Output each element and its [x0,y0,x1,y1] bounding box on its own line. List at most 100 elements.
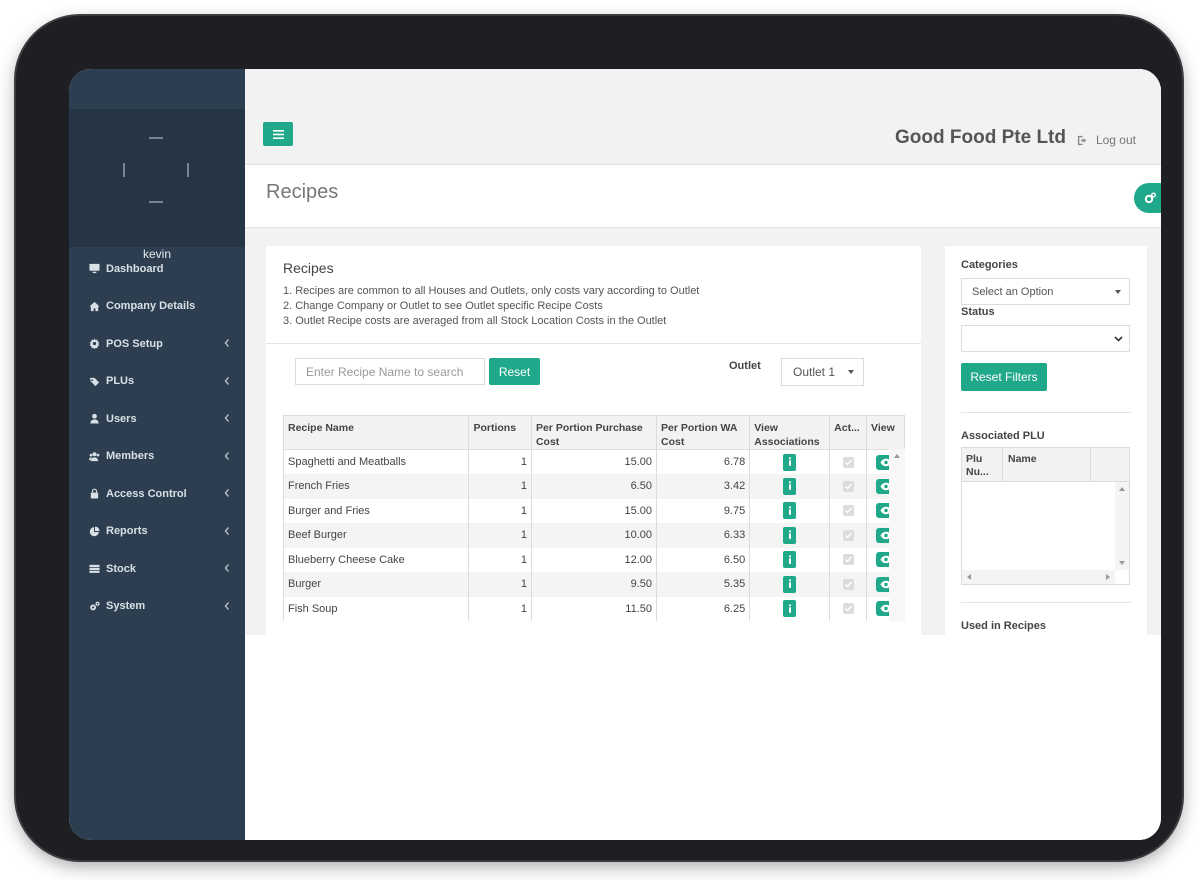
check-icon [844,605,852,612]
active-checkbox[interactable] [842,480,854,492]
users-icon [86,450,102,462]
cell-recipe-name: Beef Burger [282,523,470,548]
sidebar-item-label: Members [106,450,155,463]
top-bar: Good Food Pte Ltd Log out [245,69,1161,165]
sidebar-item-stock[interactable]: Stock [69,550,245,588]
view-associations-button[interactable] [783,600,797,618]
view-associations-button[interactable] [783,551,797,569]
chevron-left-icon [223,376,231,386]
categories-label: Categories [961,259,1018,271]
column-header-view[interactable]: View [866,415,905,450]
active-checkbox[interactable] [842,554,854,566]
table-row[interactable]: French Fries 1 6.50 3.42 [282,474,905,499]
status-select[interactable] [961,325,1130,352]
sidebar-item-reports[interactable]: Reports [69,513,245,551]
cogs-icon [86,600,102,612]
view-associations-button[interactable] [783,453,797,471]
column-header-recipe-name[interactable]: Recipe Name [282,415,470,450]
view-associations-button[interactable] [783,575,797,593]
avatar[interactable] [123,137,189,203]
active-checkbox[interactable] [842,456,854,468]
sidebar-item-users[interactable]: Users [69,400,245,438]
sidebar-item-dashboard[interactable]: Dashboard [69,250,245,288]
caret-down-icon [1115,290,1121,294]
divider [961,602,1131,603]
plu-vertical-scrollbar[interactable] [1115,482,1129,570]
note-line: 3. Outlet Recipe costs are averaged from… [283,315,667,327]
table-scrollbar[interactable] [889,449,905,621]
cell-view-associations [749,547,831,572]
scroll-up-icon[interactable] [894,454,900,458]
reset-button[interactable]: Reset [489,358,540,385]
cell-view-associations [749,596,831,621]
table-row[interactable]: Fish Soup 1 11.50 6.25 [282,596,905,621]
active-checkbox[interactable] [842,505,854,517]
recipe-search-input[interactable]: Enter Recipe Name to search [295,358,485,385]
logout-link[interactable]: Log out [1077,133,1136,147]
cell-view-associations [749,498,831,523]
scroll-up-icon[interactable] [1119,487,1125,491]
table-header-row: Recipe Name Portions Per Portion Purchas… [282,415,905,450]
column-header-view-associations[interactable]: View Associations [749,415,831,450]
cell-purchase-cost: 15.00 [530,449,657,474]
table-row[interactable]: Burger 1 9.50 5.35 [282,572,905,597]
menu-toggle-button[interactable] [263,122,293,146]
column-header-wa-cost[interactable]: Per Portion WA Cost [655,415,751,450]
cell-purchase-cost: 12.00 [530,547,657,572]
sidebar-item-system[interactable]: System [69,588,245,626]
sidebar-item-members[interactable]: Members [69,438,245,476]
cell-view-associations [749,523,831,548]
cell-view-associations [749,474,831,499]
recipes-panel: Recipes 1. Recipes are common to all Hou… [266,246,921,646]
view-associations-button[interactable] [783,502,797,520]
cell-portions: 1 [468,596,532,621]
outlet-select[interactable]: Outlet 1 [781,358,864,386]
sidebar: kevin Dashboard Company Details POS Setup P… [69,69,245,840]
cell-purchase-cost: 9.50 [530,572,657,597]
table-row[interactable]: Spaghetti and Meatballs 1 15.00 6.78 [282,449,905,474]
sidebar-item-label: Dashboard [106,262,164,275]
plu-horizontal-scrollbar[interactable] [962,570,1115,584]
categories-select-value: Select an Option [972,285,1054,298]
settings-fab-button[interactable] [1134,183,1161,213]
check-icon [844,581,852,588]
column-header-plu-number[interactable]: Plu Nu... [962,448,1003,482]
info-icon [788,457,791,466]
sidebar-item-label: Company Details [106,300,196,313]
cell-wa-cost: 6.25 [655,596,751,621]
active-checkbox[interactable] [842,603,854,615]
sidebar-item-plus[interactable]: PLUs [69,363,245,401]
table-row[interactable]: Blueberry Cheese Cake 1 12.00 6.50 [282,547,905,572]
sidebar-item-company-details[interactable]: Company Details [69,288,245,326]
chevron-left-icon [223,563,231,573]
table-row[interactable]: Burger and Fries 1 15.00 9.75 [282,498,905,523]
sidebar-nav: Dashboard Company Details POS Setup PLUs Use… [69,250,245,625]
scroll-right-icon[interactable] [1106,574,1110,580]
scroll-left-icon[interactable] [967,574,971,580]
active-checkbox[interactable] [842,578,854,590]
sidebar-item-label: System [106,600,146,613]
sidebar-item-access-control[interactable]: Access Control [69,475,245,513]
scroll-down-icon[interactable] [1119,561,1125,565]
column-header-plu-name[interactable]: Name [1003,448,1091,482]
sidebar-item-pos-setup[interactable]: POS Setup [69,325,245,363]
column-header-active[interactable]: Act... [829,415,868,450]
column-header-purchase-cost[interactable]: Per Portion Purchase Cost [530,415,657,450]
active-checkbox[interactable] [842,529,854,541]
cogs-icon [1144,192,1156,204]
table-row[interactable]: Beef Burger 1 10.00 6.33 [282,523,905,548]
user-icon [86,413,102,425]
stock-icon [86,563,102,575]
reset-filters-button[interactable]: Reset Filters [961,363,1047,391]
outlet-select-value: Outlet 1 [793,365,836,379]
view-associations-button[interactable] [783,477,797,495]
cell-view-associations [749,572,831,597]
categories-select[interactable]: Select an Option [961,278,1130,305]
chevron-left-icon [223,488,231,498]
chevron-left-icon [223,413,231,423]
column-header-portions[interactable]: Portions [468,415,532,450]
view-associations-button[interactable] [783,526,797,544]
sidebar-item-label: POS Setup [106,337,163,350]
info-icon [788,481,791,491]
logout-label: Log out [1095,133,1136,147]
